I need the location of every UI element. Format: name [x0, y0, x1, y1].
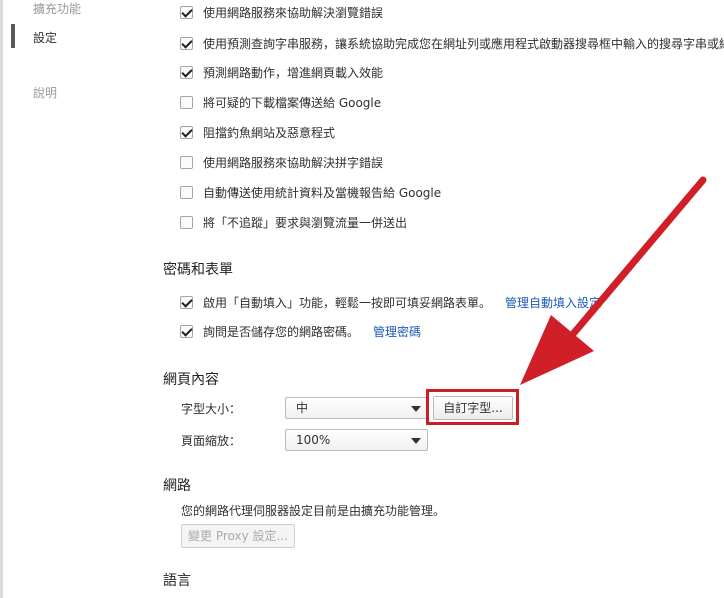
annotation-arrow-icon: [520, 176, 707, 385]
